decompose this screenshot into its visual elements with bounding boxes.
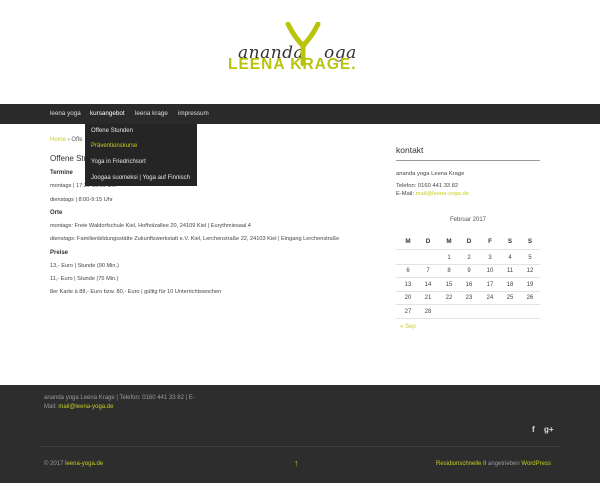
contact-name: ananda yoga Leena Krage [396, 171, 465, 177]
page: ananda oga LEENA KRAGE. leena yoga kursa… [0, 0, 600, 483]
calendar-weekday-header: D [425, 238, 431, 245]
calendar-caption: Februar 2017 [449, 217, 487, 223]
nav-item-impressum[interactable]: impressum [178, 104, 209, 124]
calendar-day: 10 [486, 268, 494, 274]
calendar-day: 19 [526, 282, 534, 288]
preise-heading: Preise [50, 250, 69, 256]
calendar-day: 24 [486, 295, 494, 301]
calendar-row-divider [396, 291, 540, 292]
nav-item-leena-krage[interactable]: leena krage [135, 104, 168, 124]
dropdown-item-praeventionskurse[interactable]: Präventionskurse [91, 139, 137, 153]
dropdown-item-offene-stunden[interactable]: Offene Stunden [91, 124, 133, 138]
termine-line: dienstags | 8:00-9:15 Uhr [50, 197, 113, 203]
kursangebot-dropdown: Offene Stunden Präventionskurse Yoga in … [85, 124, 197, 186]
calendar-day: 4 [508, 255, 512, 261]
calendar-weekday-header: F [488, 238, 492, 245]
calendar-day: 23 [465, 295, 473, 301]
calendar-day: 13 [404, 282, 412, 288]
calendar-day: 14 [424, 282, 432, 288]
preise-line: 11,- Euro | Stunde (75 Min.) [50, 276, 119, 282]
calendar-day: 25 [506, 295, 514, 301]
calendar-day: 22 [445, 295, 453, 301]
orte-text: Freie Waldorfschule Kiel, Hofholzallee 2… [73, 223, 251, 229]
orte-day: dienstags: [50, 236, 76, 242]
preise-line: 8er Karte à 88,- Euro bzw. 80,- Euro | g… [50, 289, 222, 295]
site-logo[interactable]: ananda oga LEENA KRAGE. [228, 20, 378, 80]
wordpress-link[interactable]: WordPress [521, 461, 551, 467]
calendar-day: 3 [488, 255, 492, 261]
contact-email-link[interactable]: mail@leena-yoga.de [416, 191, 469, 197]
footer-contact-line: ananda yoga Leena Krage | Telefon: 0160 … [44, 395, 195, 401]
calendar-day: 11 [506, 268, 514, 274]
calendar-day: 16 [465, 282, 473, 288]
calendar-day: 18 [506, 282, 514, 288]
footer-email-line: Mail: mail@leena-yoga.de [44, 404, 113, 410]
powered-by-text: angetrieben [486, 461, 522, 467]
preise-line: 13,- Euro | Stunde (90 Min.) [50, 263, 119, 269]
breadcrumb: Home › Offe [50, 137, 83, 143]
orte-line: montags: Freie Waldorfschule Kiel, Hofho… [50, 223, 251, 229]
calendar-day: 27 [404, 309, 412, 315]
breadcrumb-home-link[interactable]: Home [50, 137, 66, 143]
calendar-row-divider [396, 304, 540, 305]
calendar-day: 2 [467, 255, 471, 261]
calendar-day: 6 [406, 268, 410, 274]
copyright-text: © 2017 [44, 461, 66, 467]
calendar-day: 20 [404, 295, 412, 301]
calendar-day: 17 [486, 282, 494, 288]
dropdown-item-yoga-friedrichsort[interactable]: Yoga in Friedrichsort [91, 155, 146, 169]
kontakt-widget-title: kontakt [396, 145, 424, 155]
theme-link[interactable]: Residionschnelle II [436, 461, 486, 467]
calendar-prev-month-link[interactable]: « Sep [400, 324, 416, 330]
contact-email-line: E-Mail: mail@leena-yoga.de [396, 191, 469, 197]
orte-text: Familienbildungsstätte Zukunftswerkstatt… [75, 236, 340, 242]
termine-heading: Termine [50, 170, 73, 176]
header: ananda oga LEENA KRAGE. [0, 0, 600, 104]
orte-day: montags: [50, 223, 74, 229]
breadcrumb-separator: › [67, 137, 70, 143]
calendar-row-divider [396, 318, 540, 319]
calendar-day: 1 [447, 255, 451, 261]
footer-credits: Residionschnelle II angetrieben WordPres… [436, 461, 551, 467]
calendar-row-divider [396, 264, 540, 265]
footer: ananda yoga Leena Krage | Telefon: 0160 … [0, 385, 600, 483]
dropdown-item-joogaa-suomeksi[interactable]: Joogaa suomeksi | Yoga auf Finnisch [91, 171, 190, 185]
calendar-weekday-header: D [466, 238, 472, 245]
calendar-day: 5 [528, 255, 532, 261]
footer-site-link[interactable]: leena-yoga.de [65, 461, 103, 467]
googleplus-icon[interactable]: g+ [544, 425, 554, 434]
breadcrumb-current: Offe [71, 137, 83, 143]
footer-email-link[interactable]: mail@leena-yoga.de [58, 404, 113, 410]
orte-heading: Orte [50, 210, 63, 216]
calendar-day: 15 [445, 282, 453, 288]
footer-email-label: Mail: [44, 404, 59, 410]
contact-email-label: E-Mail: [396, 191, 416, 197]
calendar-weekday-header: S [527, 238, 533, 245]
contact-phone: Telefon: 0160 441 33 82 [396, 183, 459, 189]
calendar-row-divider [396, 277, 540, 278]
calendar-day: 8 [447, 268, 451, 274]
calendar-day: 9 [467, 268, 471, 274]
calendar-day: 12 [526, 268, 534, 274]
calendar-day: 21 [424, 295, 432, 301]
calendar-weekday-header: M [405, 238, 411, 245]
facebook-icon[interactable]: f [532, 425, 535, 434]
calendar-day: 7 [426, 268, 430, 274]
back-to-top-icon[interactable]: ↑ [294, 458, 299, 468]
footer-copyright: © 2017 leena-yoga.de [44, 461, 103, 467]
calendar-day: 28 [424, 309, 432, 315]
main-nav: leena yoga kursangebot leena krage impre… [0, 104, 600, 124]
logo-subtitle: LEENA KRAGE. [228, 56, 357, 73]
widget-divider [396, 160, 540, 161]
page-title: Offene Stu [50, 154, 89, 163]
footer-divider [40, 446, 560, 447]
nav-item-kursangebot[interactable]: kursangebot [90, 104, 125, 124]
calendar-weekday-header: S [507, 238, 513, 245]
calendar-weekday-header: M [446, 238, 452, 245]
calendar-row-divider [396, 249, 540, 250]
nav-item-leena-yoga[interactable]: leena yoga [50, 104, 81, 124]
orte-line: dienstags: Familienbildungsstätte Zukunf… [50, 236, 339, 242]
calendar-day: 26 [526, 295, 534, 301]
